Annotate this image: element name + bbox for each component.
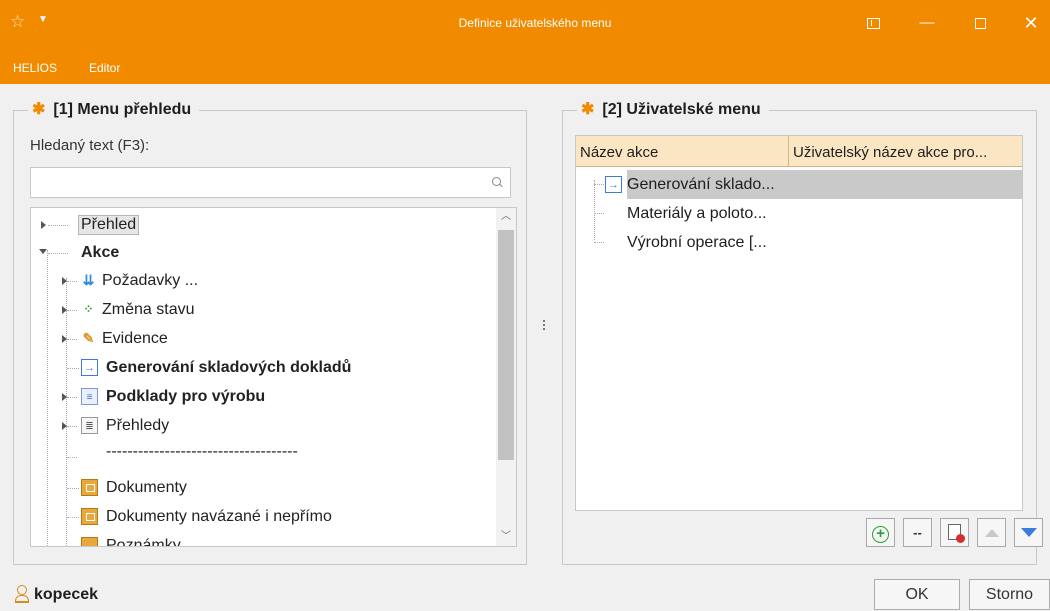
arrow-document-icon: → bbox=[605, 176, 622, 193]
tree-item-separator[interactable]: ------------------------------------ bbox=[31, 443, 496, 471]
stack-icon: ⇊ bbox=[82, 272, 95, 288]
ok-button[interactable]: OK bbox=[874, 579, 960, 610]
group-star-icon: ✱ bbox=[581, 101, 595, 118]
menu-overview-title: [1] Menu přehledu bbox=[53, 101, 192, 118]
collapse-icon[interactable] bbox=[39, 249, 47, 254]
menu-item-helios[interactable]: HELIOS bbox=[13, 61, 57, 75]
pin-icon[interactable] bbox=[858, 10, 888, 36]
move-up-icon bbox=[984, 529, 999, 537]
arrow-document-icon: → bbox=[81, 359, 98, 376]
add-button[interactable]: + bbox=[866, 518, 895, 547]
grid-row[interactable]: → Generování sklado... bbox=[576, 170, 1022, 199]
tree-item-pozadavky[interactable]: ⇊ Požadavky ... bbox=[31, 267, 496, 295]
menu-item-editor[interactable]: Editor bbox=[89, 61, 120, 75]
move-down-button[interactable] bbox=[1014, 518, 1043, 547]
delete-document-icon bbox=[948, 524, 965, 543]
move-down-icon bbox=[1020, 528, 1037, 537]
tree-item-generovani[interactable]: → Generování skladových dokladů bbox=[31, 354, 496, 382]
book-icon: ≡ bbox=[81, 388, 98, 405]
close-icon[interactable]: ✕ bbox=[1016, 10, 1046, 36]
tree-item-dokumenty-navazane[interactable]: Dokumenty navázané i nepřímo bbox=[31, 503, 496, 531]
add-circle-icon: + bbox=[872, 526, 889, 543]
note-icon bbox=[81, 537, 98, 546]
group-star-icon: ✱ bbox=[32, 101, 46, 118]
user-icon bbox=[14, 585, 29, 603]
tree-item-dokumenty[interactable]: Dokumenty bbox=[31, 474, 496, 502]
folder-icon bbox=[81, 479, 98, 496]
delete-button[interactable] bbox=[940, 518, 969, 547]
scroll-down-icon[interactable]: ﹀ bbox=[500, 530, 512, 544]
search-input[interactable] bbox=[30, 167, 511, 198]
workflow-icon: ⁘ bbox=[83, 302, 94, 316]
user-menu-grid[interactable]: Název akce Uživatelský název akce pro...… bbox=[575, 135, 1023, 511]
title-bar: ☆ ▼ Definice uživatelského menu — ✕ bbox=[0, 0, 1050, 50]
tree-item-zmena-stavu[interactable]: ⁘ Změna stavu bbox=[31, 296, 496, 324]
pencil-icon: ✎ bbox=[82, 330, 95, 346]
menu-tree[interactable]: Přehled Akce ⇊ Požadavky ... ⁘ Změna sta… bbox=[30, 207, 517, 547]
menu-bar: HELIOS Editor bbox=[0, 50, 1050, 84]
cancel-button[interactable]: Storno bbox=[969, 579, 1050, 610]
user-name: kopecek bbox=[34, 586, 99, 603]
panel-splitter[interactable] bbox=[542, 318, 546, 338]
folder-icon bbox=[81, 508, 98, 525]
search-label: Hledaný text (F3): bbox=[30, 137, 150, 154]
tree-item-prehled[interactable]: Přehled bbox=[31, 211, 496, 239]
move-up-button[interactable] bbox=[977, 518, 1006, 547]
scrollbar-thumb[interactable] bbox=[498, 230, 514, 460]
tree-scrollbar[interactable]: ︿ ﹀ bbox=[496, 208, 516, 546]
column-header-nazev-akce[interactable]: Název akce bbox=[576, 136, 789, 167]
tree-item-evidence[interactable]: ✎ Evidence bbox=[31, 325, 496, 353]
add-separator-button[interactable]: -- bbox=[903, 518, 932, 547]
tree-item-prehledy[interactable]: ≣ Přehledy bbox=[31, 412, 496, 440]
user-menu-title: [2] Uživatelské menu bbox=[602, 101, 761, 118]
tree-item-poznamky[interactable]: Poznámky bbox=[31, 532, 496, 546]
expand-icon[interactable] bbox=[41, 221, 46, 229]
column-header-uzivatelsky-nazev[interactable]: Uživatelský název akce pro... bbox=[789, 136, 1022, 167]
grid-row[interactable]: Výrobní operace [... bbox=[576, 228, 1022, 257]
tree-item-akce[interactable]: Akce bbox=[31, 239, 496, 267]
maximize-icon[interactable] bbox=[965, 10, 995, 36]
current-user: kopecek bbox=[14, 583, 98, 604]
list-icon: ≣ bbox=[81, 417, 98, 434]
scroll-up-icon[interactable]: ︿ bbox=[500, 210, 512, 224]
window-title: Definice uživatelského menu bbox=[458, 16, 612, 30]
tree-item-podklady[interactable]: ≡ Podklady pro výrobu bbox=[31, 383, 496, 411]
minimize-icon[interactable]: — bbox=[912, 10, 942, 36]
search-icon[interactable] bbox=[492, 177, 501, 186]
grid-row[interactable]: Materiály a poloto... bbox=[576, 199, 1022, 228]
